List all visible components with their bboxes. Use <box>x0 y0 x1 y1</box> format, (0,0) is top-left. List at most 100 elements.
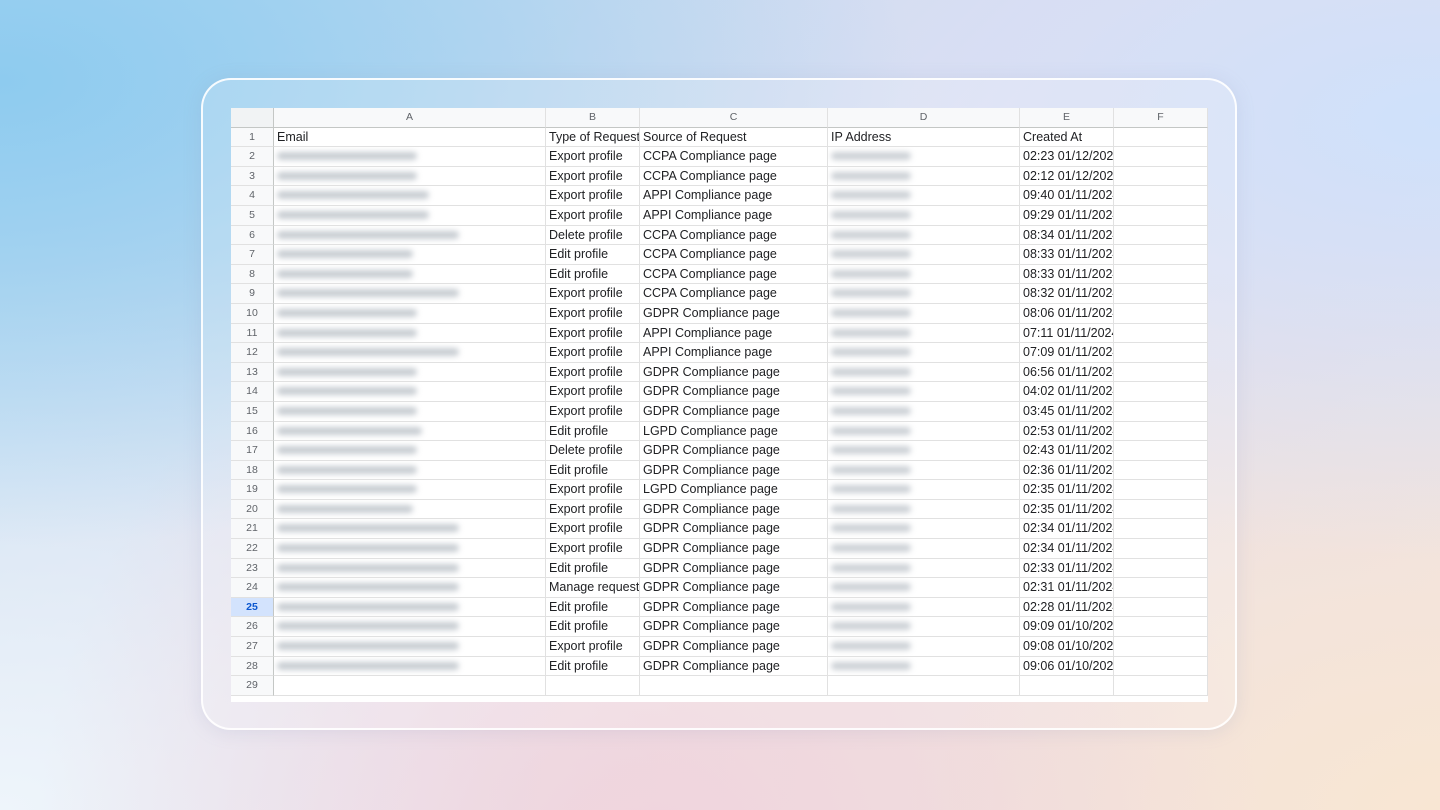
created-cell[interactable]: 04:02 01/11/2024 <box>1020 382 1114 402</box>
type-cell[interactable]: Export profile <box>546 519 640 540</box>
ip-cell[interactable] <box>828 245 1020 265</box>
created-cell[interactable]: 02:36 01/11/2024 <box>1020 460 1114 481</box>
ip-cell[interactable] <box>828 539 1020 559</box>
ip-cell[interactable] <box>828 499 1020 520</box>
header-email[interactable]: Email <box>274 127 546 148</box>
ip-cell[interactable] <box>828 382 1020 402</box>
column-header-a[interactable]: A <box>274 108 546 128</box>
row-number[interactable]: 8 <box>231 264 274 285</box>
row-number[interactable]: 11 <box>231 323 274 344</box>
empty-cell[interactable] <box>1114 460 1208 481</box>
email-cell[interactable] <box>274 303 546 324</box>
created-cell[interactable]: 09:08 01/10/2024 <box>1020 637 1114 657</box>
source-cell[interactable]: LGPD Compliance page <box>640 480 828 500</box>
type-cell[interactable]: Export profile <box>546 166 640 187</box>
row-number[interactable]: 19 <box>231 480 274 500</box>
empty-cell[interactable] <box>1114 480 1208 500</box>
type-cell[interactable]: Export profile <box>546 480 640 500</box>
email-cell[interactable] <box>274 401 546 422</box>
type-cell[interactable]: Export profile <box>546 343 640 363</box>
source-cell[interactable]: GDPR Compliance page <box>640 362 828 383</box>
empty-cell[interactable] <box>1114 676 1208 696</box>
email-cell[interactable] <box>274 519 546 540</box>
empty-cell[interactable] <box>1114 558 1208 579</box>
column-header-c[interactable]: C <box>640 108 828 128</box>
source-cell[interactable]: APPI Compliance page <box>640 343 828 363</box>
created-cell[interactable]: 07:11 01/11/2024 <box>1020 323 1114 344</box>
created-cell[interactable]: 02:31 01/11/2024 <box>1020 578 1114 598</box>
row-number[interactable]: 1 <box>231 127 274 148</box>
empty-cell[interactable] <box>1114 578 1208 598</box>
ip-cell[interactable] <box>828 460 1020 481</box>
email-cell[interactable] <box>274 166 546 187</box>
created-cell[interactable]: 08:33 01/11/2024 <box>1020 264 1114 285</box>
source-cell[interactable]: GDPR Compliance page <box>640 656 828 677</box>
created-cell[interactable]: 02:34 01/11/2024 <box>1020 519 1114 540</box>
ip-cell[interactable] <box>828 401 1020 422</box>
ip-cell[interactable] <box>828 166 1020 187</box>
email-cell[interactable] <box>274 558 546 579</box>
email-cell[interactable] <box>274 460 546 481</box>
empty-cell[interactable] <box>1114 264 1208 285</box>
email-cell[interactable] <box>274 186 546 206</box>
empty-cell[interactable] <box>1114 186 1208 206</box>
source-cell[interactable]: GDPR Compliance page <box>640 617 828 638</box>
email-cell[interactable] <box>274 539 546 559</box>
column-header-e[interactable]: E <box>1020 108 1114 128</box>
row-number[interactable]: 29 <box>231 676 274 696</box>
empty-cell[interactable] <box>1114 225 1208 246</box>
type-cell[interactable]: Export profile <box>546 637 640 657</box>
created-cell[interactable]: 08:33 01/11/2024 <box>1020 245 1114 265</box>
source-cell[interactable]: GDPR Compliance page <box>640 558 828 579</box>
type-cell[interactable]: Edit profile <box>546 460 640 481</box>
header-ip[interactable]: IP Address <box>828 127 1020 148</box>
created-cell[interactable]: 08:32 01/11/2024 <box>1020 284 1114 304</box>
type-cell[interactable]: Export profile <box>546 284 640 304</box>
row-number[interactable]: 3 <box>231 166 274 187</box>
row-number[interactable]: 24 <box>231 578 274 598</box>
created-cell[interactable]: 02:28 01/11/2024 <box>1020 597 1114 618</box>
created-cell[interactable]: 09:40 01/11/2024 <box>1020 186 1114 206</box>
row-number[interactable]: 25 <box>231 597 274 618</box>
email-cell[interactable] <box>274 441 546 461</box>
empty-cell[interactable] <box>1114 284 1208 304</box>
email-cell[interactable] <box>274 147 546 167</box>
empty-cell[interactable] <box>274 676 546 696</box>
source-cell[interactable]: GDPR Compliance page <box>640 519 828 540</box>
created-cell[interactable]: 09:06 01/10/2024 <box>1020 656 1114 677</box>
ip-cell[interactable] <box>828 441 1020 461</box>
ip-cell[interactable] <box>828 617 1020 638</box>
type-cell[interactable]: Export profile <box>546 539 640 559</box>
created-cell[interactable]: 03:45 01/11/2024 <box>1020 401 1114 422</box>
email-cell[interactable] <box>274 205 546 226</box>
created-cell[interactable]: 09:29 01/11/2024 <box>1020 205 1114 226</box>
source-cell[interactable]: CCPA Compliance page <box>640 245 828 265</box>
empty-cell[interactable] <box>1114 637 1208 657</box>
empty-cell[interactable] <box>1114 382 1208 402</box>
email-cell[interactable] <box>274 343 546 363</box>
type-cell[interactable]: Export profile <box>546 499 640 520</box>
row-number[interactable]: 27 <box>231 637 274 657</box>
ip-cell[interactable] <box>828 343 1020 363</box>
source-cell[interactable]: CCPA Compliance page <box>640 166 828 187</box>
source-cell[interactable]: APPI Compliance page <box>640 186 828 206</box>
source-cell[interactable]: GDPR Compliance page <box>640 499 828 520</box>
email-cell[interactable] <box>274 225 546 246</box>
type-cell[interactable]: Edit profile <box>546 421 640 442</box>
empty-cell[interactable] <box>1114 205 1208 226</box>
email-cell[interactable] <box>274 597 546 618</box>
row-number[interactable]: 4 <box>231 186 274 206</box>
created-cell[interactable]: 02:34 01/11/2024 <box>1020 539 1114 559</box>
email-cell[interactable] <box>274 617 546 638</box>
source-cell[interactable]: GDPR Compliance page <box>640 539 828 559</box>
created-cell[interactable]: 07:09 01/11/2024 <box>1020 343 1114 363</box>
email-cell[interactable] <box>274 264 546 285</box>
type-cell[interactable]: Edit profile <box>546 264 640 285</box>
empty-cell[interactable] <box>828 676 1020 696</box>
type-cell[interactable]: Export profile <box>546 147 640 167</box>
ip-cell[interactable] <box>828 323 1020 344</box>
empty-cell[interactable] <box>1020 676 1114 696</box>
type-cell[interactable]: Edit profile <box>546 656 640 677</box>
email-cell[interactable] <box>274 362 546 383</box>
row-number[interactable]: 13 <box>231 362 274 383</box>
